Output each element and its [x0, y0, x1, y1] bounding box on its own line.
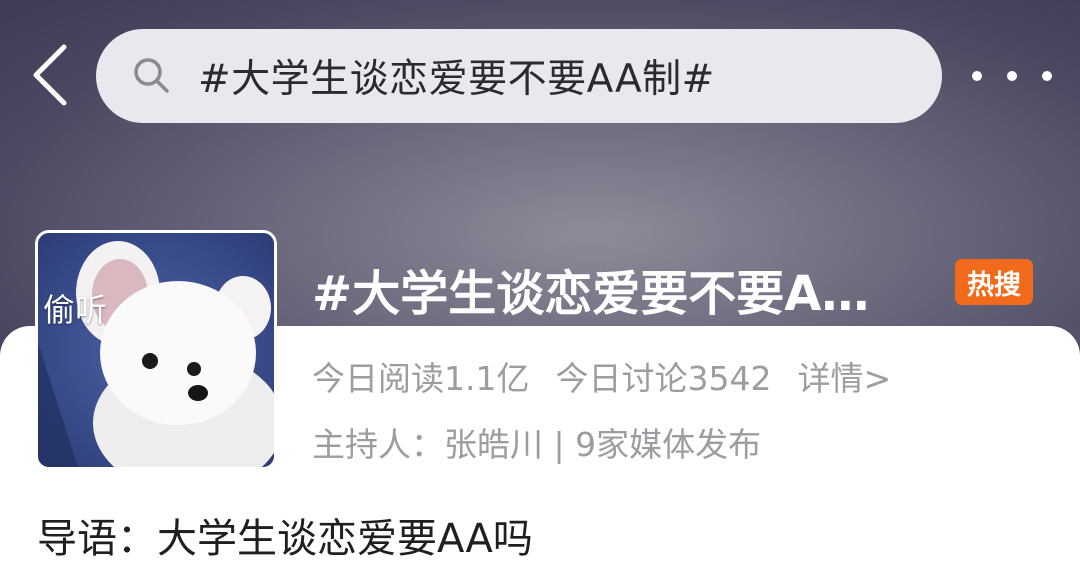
back-arrow-icon — [33, 44, 67, 106]
topic-intro: 导语：大学生谈恋爱要AA吗 — [37, 516, 533, 562]
more-icon-dot — [1007, 71, 1017, 81]
topic-stats: 今日阅读1.1亿 今日讨论3542 详情> — [312, 352, 891, 400]
hot-search-badge: 热搜 — [955, 259, 1033, 305]
back-button[interactable] — [22, 40, 78, 110]
topic-title[interactable]: #大学生谈恋爱要不要A… — [312, 254, 869, 324]
more-icon-dot — [1042, 71, 1052, 81]
search-query-text: #大学生谈恋爱要不要AA制# — [198, 57, 715, 102]
more-icon — [972, 71, 982, 81]
puppy-avatar-image — [38, 233, 274, 467]
details-link[interactable]: 详情> — [797, 352, 891, 400]
search-icon — [132, 54, 176, 98]
more-options-button[interactable] — [972, 58, 1052, 94]
reads-count: 今日阅读1.1亿 — [312, 359, 530, 398]
discussions-count: 今日讨论3542 — [555, 359, 772, 398]
topic-avatar[interactable]: 偷听 — [35, 230, 277, 470]
search-input[interactable]: #大学生谈恋爱要不要AA制# — [96, 29, 942, 123]
host-info: 主持人：张皓川 | 9家媒体发布 — [312, 425, 762, 464]
avatar-caption: 偷听 — [43, 291, 108, 329]
